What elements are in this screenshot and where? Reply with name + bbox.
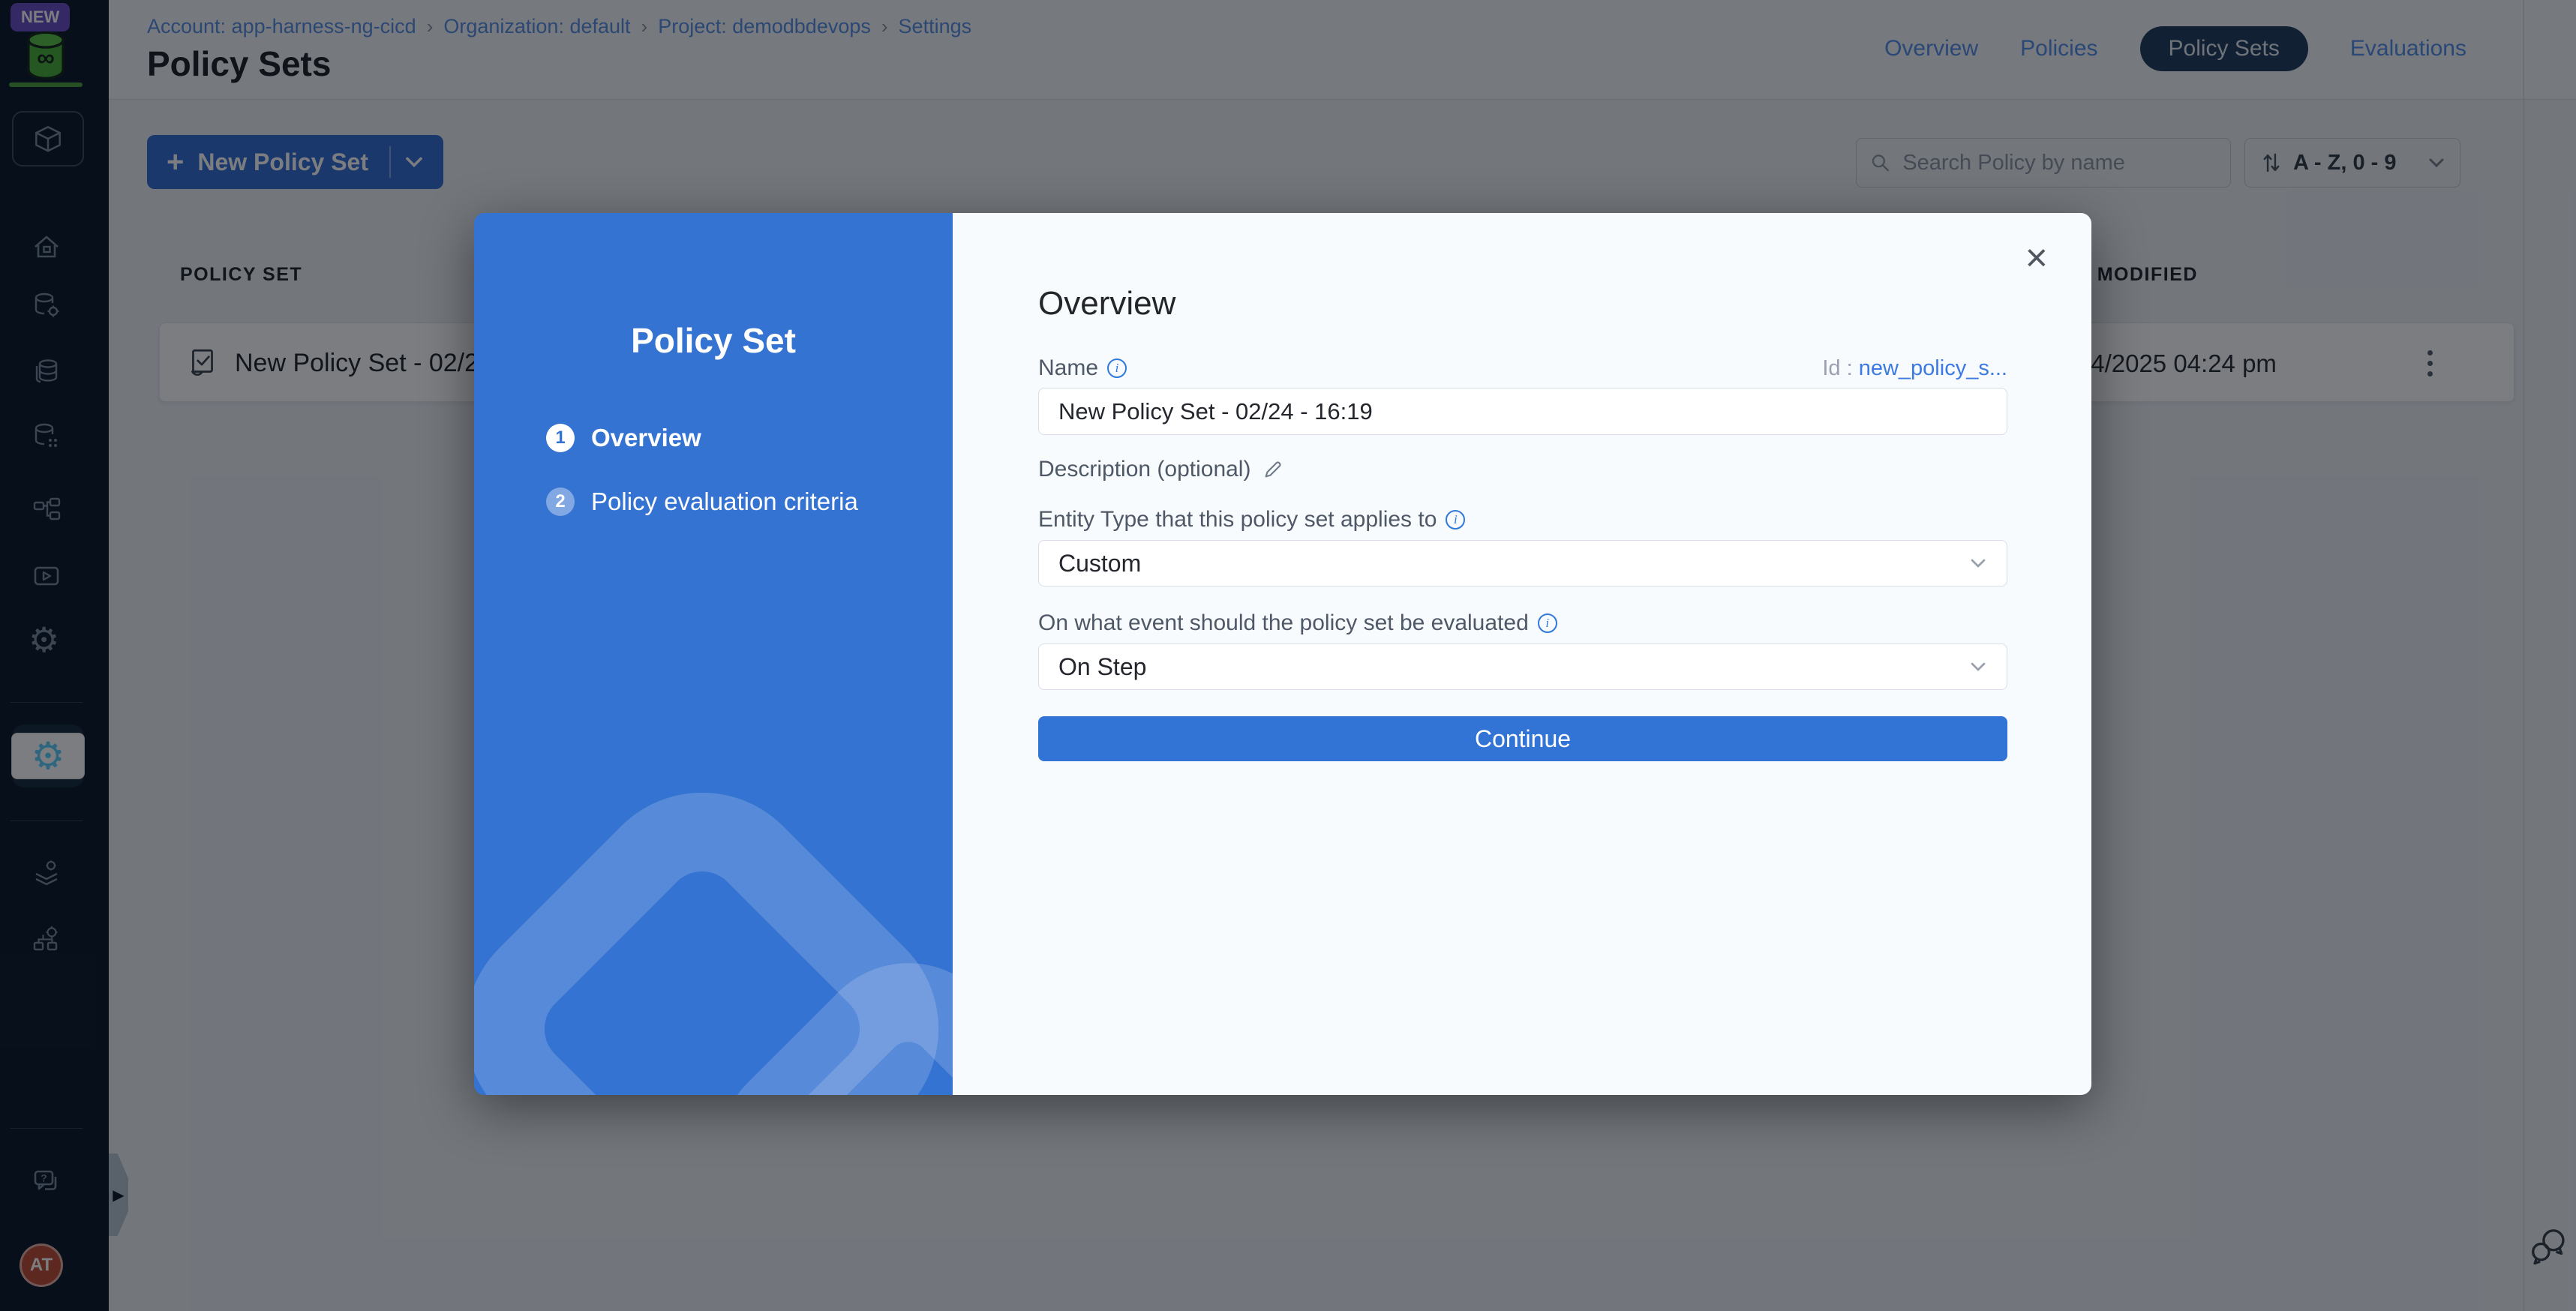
pencil-edit-icon[interactable] xyxy=(1262,459,1283,480)
description-label: Description (optional) xyxy=(1038,457,1250,482)
info-icon[interactable]: i xyxy=(1538,614,1557,633)
wizard-panel: Policy Set 1 Overview 2 Policy evaluatio… xyxy=(474,213,953,1095)
step-number-badge: 2 xyxy=(546,488,575,516)
step-label: Overview xyxy=(591,424,701,452)
name-label: Name i xyxy=(1038,356,1127,381)
entity-type-value: Custom xyxy=(1058,550,1141,578)
event-value: On Step xyxy=(1058,653,1146,681)
step-number-badge: 1 xyxy=(546,424,575,452)
name-input[interactable] xyxy=(1038,388,2007,435)
wizard-step-evaluation-criteria[interactable]: 2 Policy evaluation criteria xyxy=(546,488,858,516)
description-row: Description (optional) xyxy=(1038,457,1283,482)
chevron-down-icon xyxy=(1969,557,1987,569)
modal-heading: Overview xyxy=(1038,285,1175,322)
close-icon[interactable]: × xyxy=(2025,238,2048,278)
harness-watermark-logo xyxy=(474,782,953,1095)
id-link[interactable]: new_policy_s... xyxy=(1859,356,2007,380)
info-icon[interactable]: i xyxy=(1107,358,1127,378)
entity-type-label: Entity Type that this policy set applies… xyxy=(1038,507,1465,532)
entity-type-select[interactable]: Custom xyxy=(1038,540,2007,586)
new-policy-set-modal: Policy Set 1 Overview 2 Policy evaluatio… xyxy=(474,213,2091,1095)
event-select[interactable]: On Step xyxy=(1038,644,2007,690)
info-icon[interactable]: i xyxy=(1446,510,1465,530)
policy-sets-page: Account: app-harness-ng-cicd › Organizat… xyxy=(0,0,2576,1311)
modal-content: × Overview Name i Id : new_policy_s... D… xyxy=(953,213,2091,1095)
wizard-title: Policy Set xyxy=(474,320,953,361)
chevron-down-icon xyxy=(1969,661,1987,673)
event-label: On what event should the policy set be e… xyxy=(1038,610,1557,636)
id-prefix: Id : xyxy=(1822,356,1852,380)
step-label: Policy evaluation criteria xyxy=(591,488,858,516)
name-field-row: Name i Id : new_policy_s... xyxy=(1038,356,2007,381)
wizard-step-overview[interactable]: 1 Overview xyxy=(546,424,701,452)
continue-button[interactable]: Continue xyxy=(1038,716,2007,761)
entity-id: Id : new_policy_s... xyxy=(1822,356,2007,381)
